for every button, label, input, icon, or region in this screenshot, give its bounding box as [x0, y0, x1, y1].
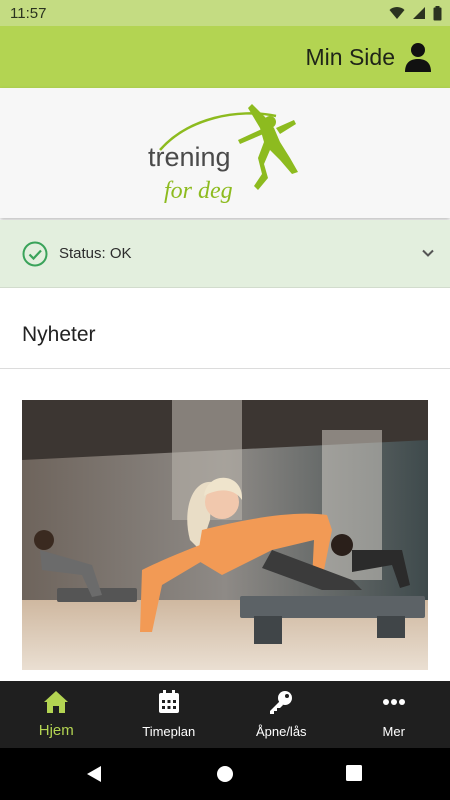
status-text: Status: OK: [59, 245, 132, 262]
app-header: Min Side: [0, 26, 450, 88]
more-icon: [382, 699, 405, 705]
back-icon[interactable]: [85, 765, 103, 783]
status-panel[interactable]: Status: OK: [0, 220, 450, 288]
home-icon: [44, 691, 69, 713]
trening-for-deg-logo: trening for deg: [148, 104, 298, 204]
nav-label: Åpne/lås: [255, 724, 307, 739]
news-heading: Nyheter: [22, 323, 96, 346]
nav-label: Timeplan: [142, 724, 196, 739]
clock: 11:57: [10, 5, 47, 22]
home-circle-icon[interactable]: [216, 765, 234, 783]
nav-label: Hjem: [38, 722, 74, 739]
person-icon[interactable]: [404, 42, 432, 72]
system-status-bar: 11:57: [0, 0, 450, 26]
calendar-icon: [158, 690, 179, 713]
chevron-down-icon[interactable]: [420, 245, 436, 261]
battery-icon: [433, 5, 442, 20]
logo-text-trening: trening: [148, 142, 231, 172]
nav-item-schedule[interactable]: Timeplan: [113, 681, 226, 748]
logo-text-for-deg: for deg: [164, 178, 233, 204]
signal-icon: [413, 7, 425, 19]
key-icon: [270, 691, 293, 714]
news-image[interactable]: [22, 400, 428, 670]
recents-icon[interactable]: [346, 765, 362, 781]
nav-item-home[interactable]: Hjem: [0, 681, 113, 748]
status-icons: [389, 5, 442, 21]
bottom-navigation: Hjem Timeplan Åpne/lås Mer: [0, 681, 450, 748]
nav-label: Mer: [382, 724, 405, 739]
system-navigation-bar: [0, 748, 450, 800]
nav-item-open-lock[interactable]: Åpne/lås: [225, 681, 338, 748]
my-page-link[interactable]: Min Side: [306, 44, 395, 71]
nav-item-more[interactable]: Mer: [338, 681, 450, 748]
wifi-icon: [389, 7, 405, 20]
check-circle-icon: [22, 241, 48, 267]
divider: [0, 368, 450, 369]
